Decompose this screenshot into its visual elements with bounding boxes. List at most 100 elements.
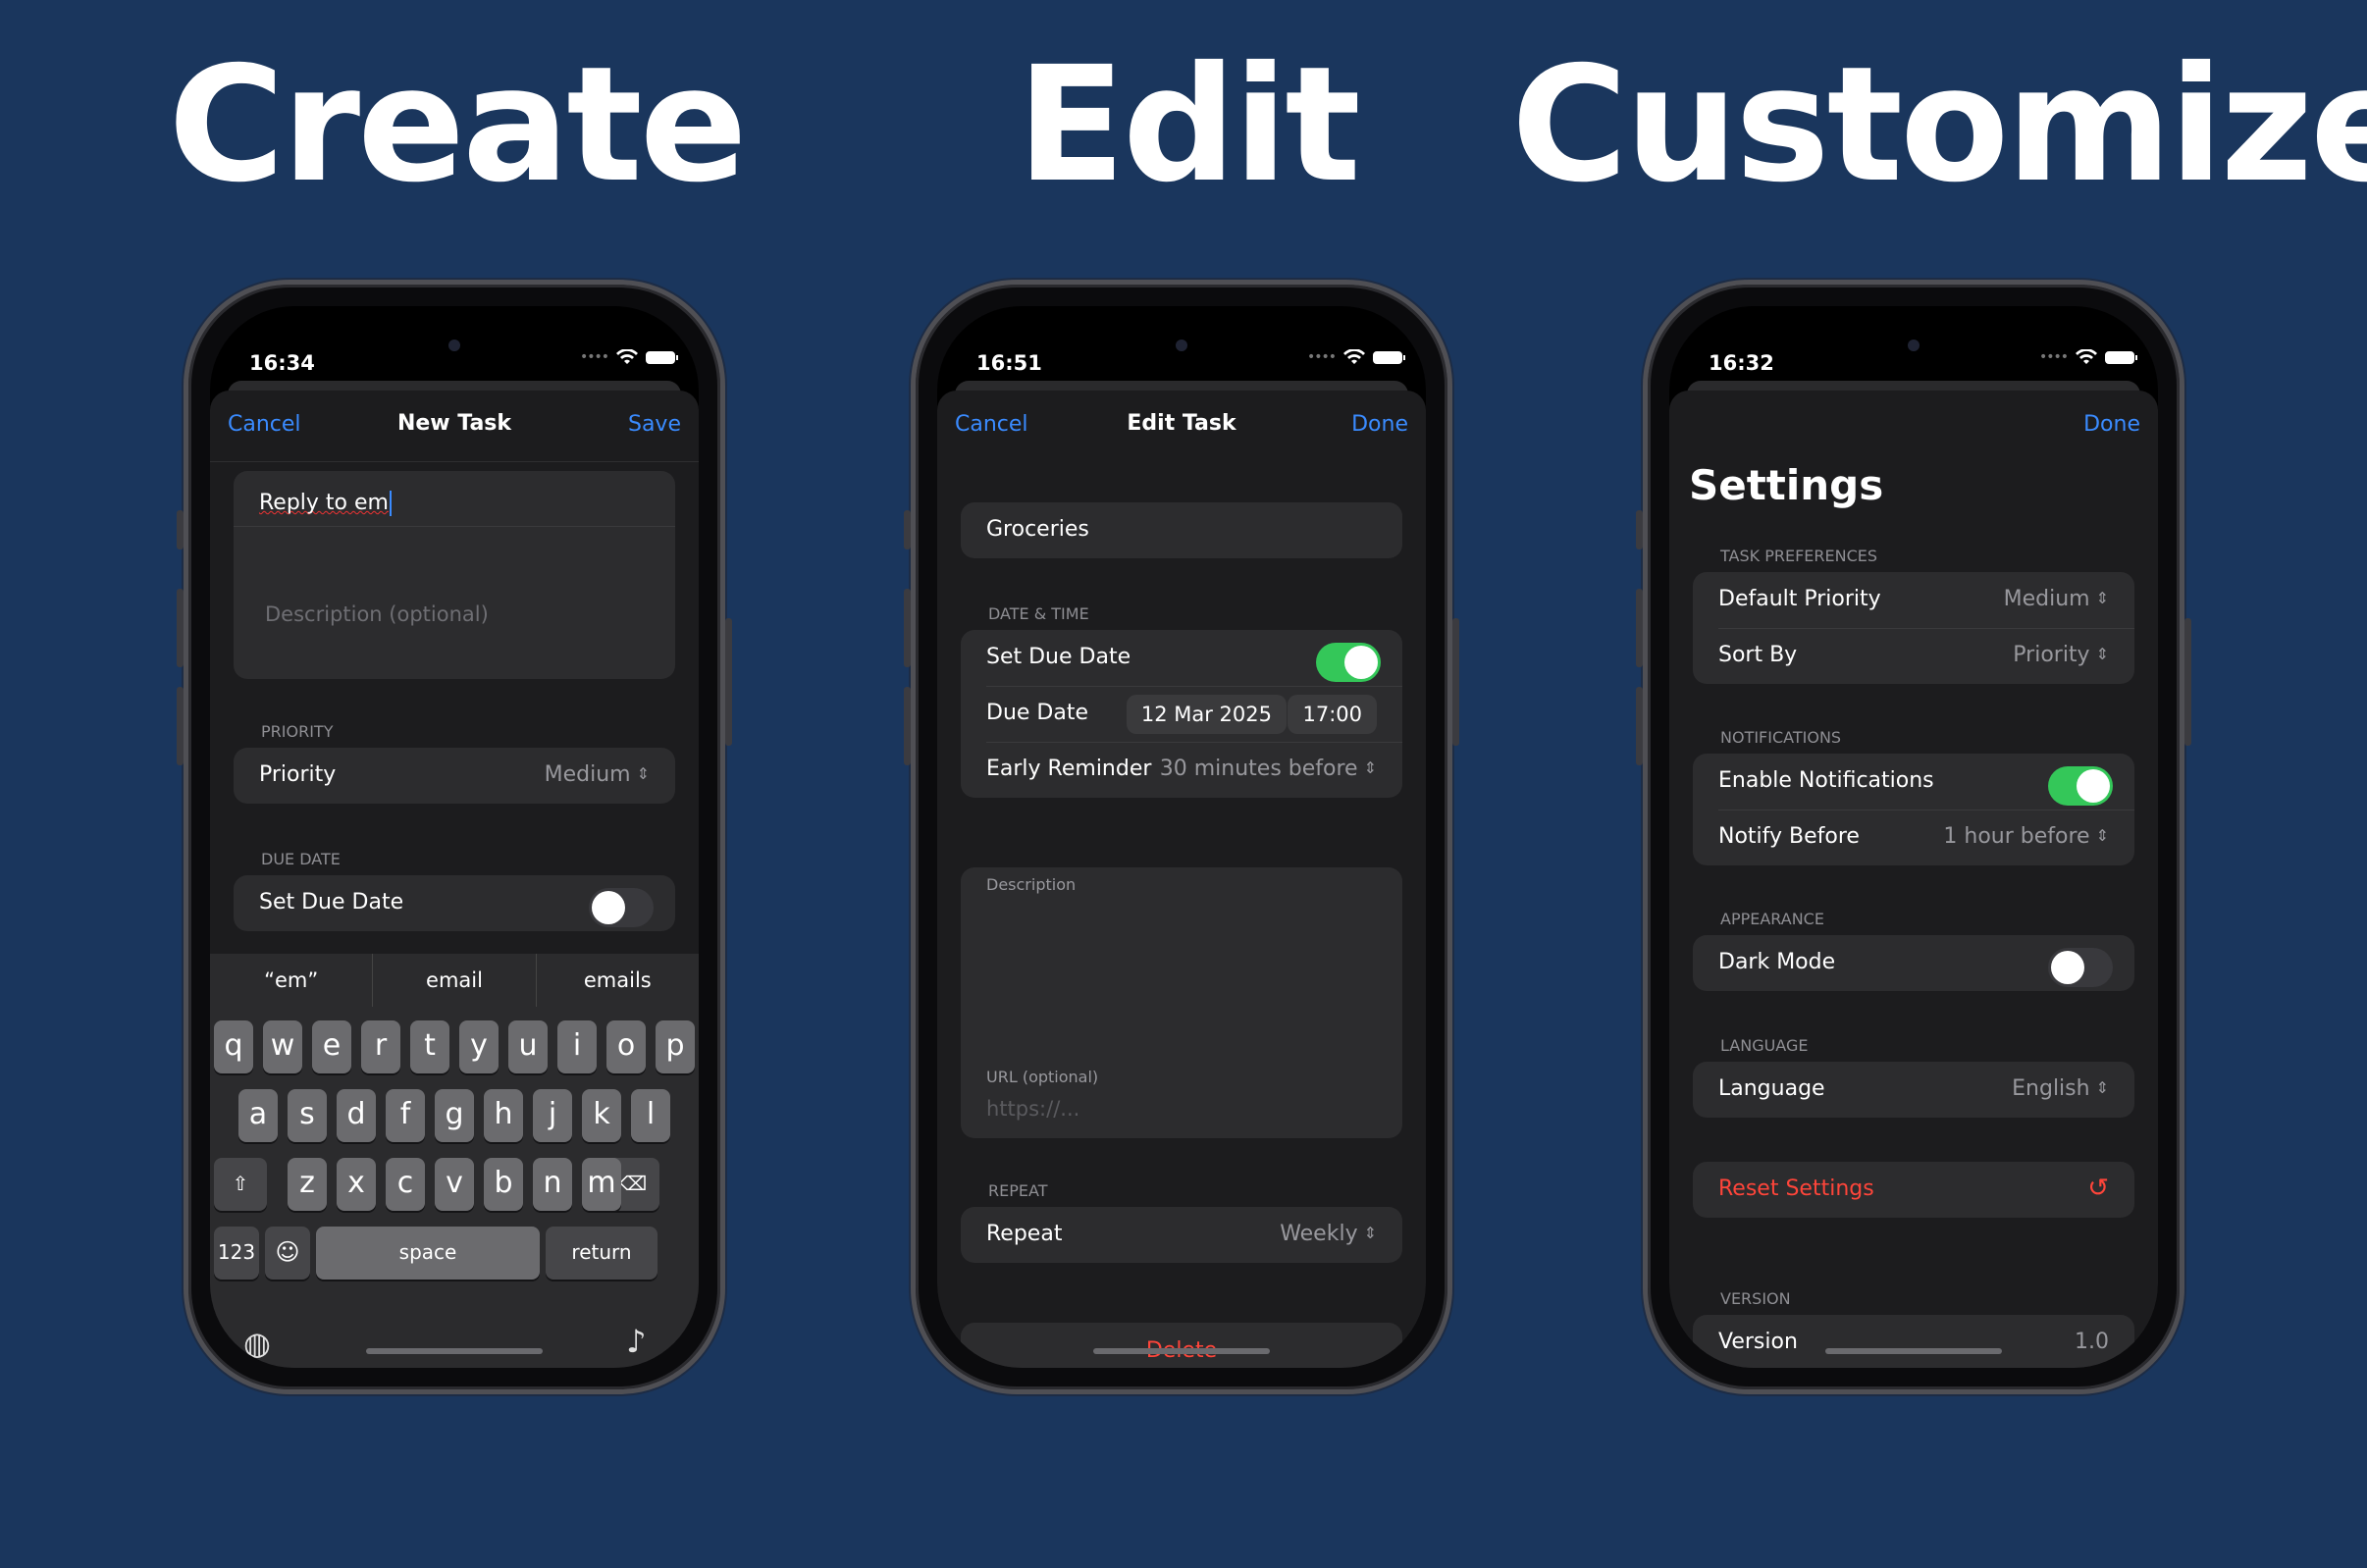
key-h[interactable]: h [484, 1089, 523, 1142]
reset-settings-label: Reset Settings [1718, 1176, 1874, 1201]
sort-by-picker[interactable]: Priority ⇕ [2013, 643, 2109, 667]
key-c[interactable]: c [386, 1158, 425, 1211]
done-button[interactable]: Done [2083, 412, 2140, 437]
version-group: Version 1.0 [1693, 1315, 2134, 1368]
key-g[interactable]: g [435, 1089, 474, 1142]
notify-before-row[interactable]: Notify Before 1 hour before ⇕ [1693, 810, 2134, 865]
dark-mode-toggle[interactable] [2048, 948, 2113, 987]
status-time: 16:32 [1709, 351, 1774, 375]
notify-before-picker[interactable]: 1 hour before ⇕ [1943, 824, 2109, 849]
priority-row[interactable]: Priority Medium ⇕ [234, 748, 675, 804]
task-input-group: Reply to em Description (optional) [234, 471, 675, 679]
nav-divider [210, 461, 699, 462]
early-reminder-picker[interactable]: 30 minutes before ⇕ [1160, 757, 1377, 781]
key-v[interactable]: v [435, 1158, 474, 1211]
chevron-updown-icon: ⇕ [636, 764, 650, 783]
power-button [725, 618, 732, 746]
keyboard: “em” email emails 123 ☺ space return ⇧ ⌫… [210, 954, 699, 1368]
key-s[interactable]: s [288, 1089, 327, 1142]
camera-icon [1908, 340, 1920, 351]
language-label: Language [1718, 1076, 1825, 1101]
key-x[interactable]: x [337, 1158, 376, 1211]
chevron-updown-icon: ⇕ [1363, 758, 1377, 777]
suggestion-2[interactable]: email [373, 954, 537, 1007]
key-n[interactable]: n [533, 1158, 572, 1211]
notify-before-label: Notify Before [1718, 824, 1860, 849]
wifi-icon [616, 349, 638, 364]
return-key[interactable]: return [546, 1227, 658, 1280]
description-label: Description [986, 875, 1077, 894]
key-f[interactable]: f [386, 1089, 425, 1142]
key-y[interactable]: y [459, 1020, 499, 1073]
emoji-key[interactable]: ☺ [265, 1227, 310, 1280]
section-appearance: APPEARANCE [1720, 910, 1824, 928]
task-preferences-group: Default Priority Medium ⇕ Sort By Priorit… [1693, 572, 2134, 684]
headline-edit: Edit [1017, 33, 1361, 218]
repeat-picker[interactable]: Weekly ⇕ [1280, 1222, 1377, 1246]
volume-down-button [177, 687, 184, 765]
key-r[interactable]: r [361, 1020, 400, 1073]
done-button[interactable]: Done [1351, 412, 1408, 437]
reset-settings-button[interactable]: Reset Settings ↺ [1693, 1162, 2134, 1218]
key-u[interactable]: u [508, 1020, 548, 1073]
microphone-icon[interactable]: ♪ [626, 1323, 646, 1360]
section-due-date: DUE DATE [261, 850, 341, 868]
repeat-row[interactable]: Repeat Weekly ⇕ [961, 1207, 1402, 1263]
due-date-label: Due Date [986, 701, 1088, 725]
due-date-toggle[interactable] [1316, 643, 1381, 682]
page-title: Settings [1689, 461, 1884, 509]
default-priority-row[interactable]: Default Priority Medium ⇕ [1693, 572, 2134, 628]
due-date-group: Set Due Date [234, 875, 675, 931]
key-j[interactable]: j [533, 1089, 572, 1142]
key-t[interactable]: t [410, 1020, 449, 1073]
key-z[interactable]: z [288, 1158, 327, 1211]
mute-switch [904, 510, 911, 549]
signal-icon: •••• [579, 349, 609, 365]
url-label: URL (optional) [986, 1068, 1099, 1086]
task-title-input[interactable]: Groceries [961, 502, 1402, 558]
early-reminder-row[interactable]: Early Reminder 30 minutes before ⇕ [961, 742, 1402, 798]
task-title-input[interactable]: Reply to em [259, 491, 392, 516]
key-l[interactable]: l [631, 1089, 670, 1142]
due-time-picker[interactable]: 17:00 [1288, 695, 1377, 734]
default-priority-picker[interactable]: Medium ⇕ [2004, 587, 2109, 611]
delete-button[interactable]: Delete [961, 1323, 1402, 1368]
toggle-knob [2077, 769, 2110, 803]
url-input[interactable]: https://... [986, 1097, 1079, 1121]
key-q[interactable]: q [214, 1020, 253, 1073]
globe-icon[interactable]: ◍ [243, 1325, 271, 1362]
key-k[interactable]: k [582, 1089, 621, 1142]
shift-key[interactable]: ⇧ [214, 1158, 267, 1211]
camera-icon [1176, 340, 1187, 351]
due-date-toggle[interactable] [589, 888, 654, 927]
chevron-updown-icon: ⇕ [2095, 826, 2109, 845]
phone-create: 16:34 •••• Cancel New Task Save Reply to… [177, 280, 732, 1394]
status-icons: •••• [2039, 349, 2137, 365]
description-input[interactable] [961, 901, 1402, 1048]
delete-group: Delete [961, 1323, 1402, 1368]
nav-bar: Cancel New Task Save [210, 391, 699, 461]
key-m[interactable]: m [582, 1158, 621, 1211]
numbers-key[interactable]: 123 [214, 1227, 259, 1280]
key-p[interactable]: p [656, 1020, 695, 1073]
suggestion-1[interactable]: “em” [210, 954, 374, 1007]
key-i[interactable]: i [557, 1020, 597, 1073]
description-input[interactable]: Description (optional) [265, 602, 489, 626]
language-row[interactable]: Language English ⇕ [1693, 1062, 2134, 1118]
priority-picker[interactable]: Medium ⇕ [545, 762, 650, 787]
key-e[interactable]: e [312, 1020, 351, 1073]
language-picker[interactable]: English ⇕ [2012, 1076, 2109, 1101]
notifications-toggle[interactable] [2048, 766, 2113, 806]
due-date-picker[interactable]: 12 Mar 2025 [1126, 695, 1287, 734]
key-o[interactable]: o [606, 1020, 646, 1073]
settings-sheet: Done Settings TASK PREFERENCES Default P… [1669, 391, 2158, 1368]
sort-by-row[interactable]: Sort By Priority ⇕ [1693, 628, 2134, 684]
save-button[interactable]: Save [628, 412, 681, 437]
key-b[interactable]: b [484, 1158, 523, 1211]
suggestion-3[interactable]: emails [537, 954, 699, 1007]
key-w[interactable]: w [263, 1020, 302, 1073]
key-a[interactable]: a [238, 1089, 278, 1142]
task-title-value: Groceries [986, 517, 1089, 542]
key-d[interactable]: d [337, 1089, 376, 1142]
space-key[interactable]: space [316, 1227, 540, 1280]
